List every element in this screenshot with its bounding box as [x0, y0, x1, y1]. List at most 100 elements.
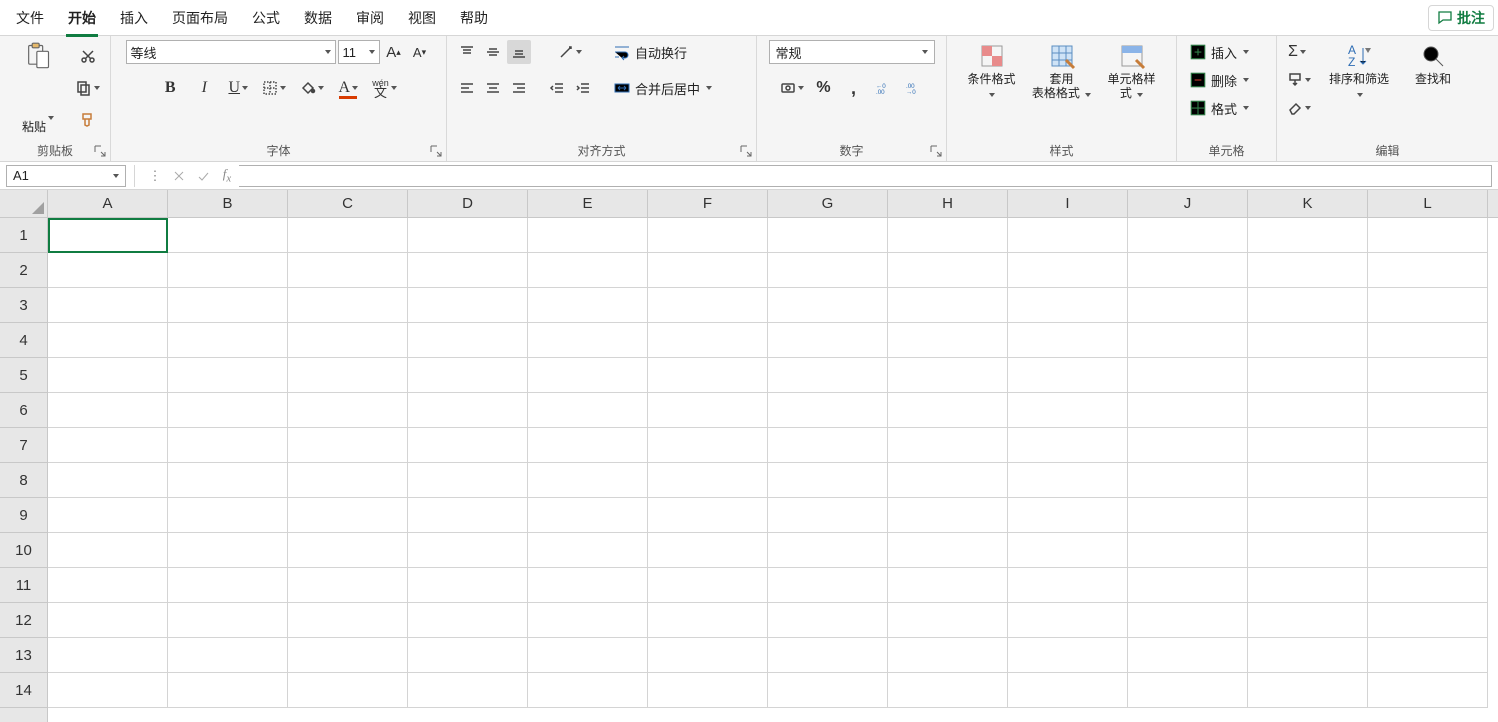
cell[interactable] — [48, 218, 168, 253]
cell[interactable] — [288, 568, 408, 603]
align-right-button[interactable] — [507, 76, 531, 100]
align-left-button[interactable] — [455, 76, 479, 100]
cell[interactable] — [528, 253, 648, 288]
column-header[interactable]: G — [768, 190, 888, 217]
cell[interactable] — [888, 288, 1008, 323]
format-painter-button[interactable] — [76, 108, 100, 132]
cell[interactable] — [1248, 253, 1368, 288]
cell[interactable] — [408, 428, 528, 463]
tab-review[interactable]: 审阅 — [344, 0, 396, 36]
cut-button[interactable] — [76, 44, 100, 68]
cell[interactable] — [768, 603, 888, 638]
cell[interactable] — [48, 603, 168, 638]
cell[interactable] — [1368, 673, 1488, 708]
accounting-format-button[interactable] — [778, 76, 806, 100]
cell[interactable] — [528, 358, 648, 393]
tab-insert[interactable]: 插入 — [108, 0, 160, 36]
cell[interactable] — [1248, 568, 1368, 603]
cell-styles-button[interactable]: 单元格样式 — [1102, 40, 1162, 102]
cell[interactable] — [288, 393, 408, 428]
tab-page-layout[interactable]: 页面布局 — [160, 0, 240, 36]
cell[interactable] — [528, 638, 648, 673]
cell[interactable] — [1248, 498, 1368, 533]
cell[interactable] — [768, 358, 888, 393]
cell[interactable] — [408, 288, 528, 323]
cell[interactable] — [408, 218, 528, 253]
increase-indent-button[interactable] — [571, 76, 595, 100]
column-header[interactable]: K — [1248, 190, 1368, 217]
cell[interactable] — [288, 253, 408, 288]
cell[interactable] — [768, 393, 888, 428]
bold-button[interactable]: B — [158, 76, 182, 100]
select-all-corner[interactable] — [0, 190, 47, 218]
fill-color-button[interactable] — [298, 76, 326, 100]
row-header[interactable]: 4 — [0, 323, 47, 358]
increase-font-button[interactable]: A▴ — [382, 40, 406, 64]
alignment-dialog-launcher[interactable] — [739, 144, 753, 158]
cell[interactable] — [1128, 323, 1248, 358]
increase-decimal-button[interactable]: ←0.00 — [872, 76, 896, 100]
cell[interactable] — [1128, 673, 1248, 708]
cell[interactable] — [528, 288, 648, 323]
cell[interactable] — [288, 673, 408, 708]
cell[interactable] — [288, 428, 408, 463]
number-format-select[interactable]: 常规 — [769, 40, 935, 64]
align-center-button[interactable] — [481, 76, 505, 100]
cell[interactable] — [648, 638, 768, 673]
cell[interactable] — [1368, 358, 1488, 393]
cell[interactable] — [168, 428, 288, 463]
cell[interactable] — [768, 673, 888, 708]
cell[interactable] — [528, 603, 648, 638]
comments-button[interactable]: 批注 — [1428, 5, 1494, 31]
row-header[interactable]: 2 — [0, 253, 47, 288]
cell[interactable] — [168, 498, 288, 533]
decrease-indent-button[interactable] — [545, 76, 569, 100]
cell[interactable] — [1368, 323, 1488, 358]
cell[interactable] — [648, 498, 768, 533]
cell[interactable] — [1368, 463, 1488, 498]
cell[interactable] — [1368, 638, 1488, 673]
cell[interactable] — [1128, 428, 1248, 463]
row-header[interactable]: 14 — [0, 673, 47, 708]
row-header[interactable]: 1 — [0, 218, 47, 253]
cell[interactable] — [288, 603, 408, 638]
cell[interactable] — [1008, 393, 1128, 428]
cell[interactable] — [768, 253, 888, 288]
cell[interactable] — [888, 358, 1008, 393]
cell[interactable] — [288, 463, 408, 498]
cell[interactable] — [48, 393, 168, 428]
cell[interactable] — [168, 673, 288, 708]
cell[interactable] — [528, 673, 648, 708]
cell[interactable] — [1128, 498, 1248, 533]
cell[interactable] — [288, 288, 408, 323]
cancel-formula-button[interactable] — [167, 165, 191, 187]
cell[interactable] — [288, 533, 408, 568]
cell[interactable] — [1368, 393, 1488, 428]
cell[interactable] — [168, 288, 288, 323]
cell[interactable] — [48, 568, 168, 603]
cell[interactable] — [1128, 568, 1248, 603]
cell[interactable] — [888, 673, 1008, 708]
enter-formula-button[interactable] — [191, 165, 215, 187]
cell[interactable] — [648, 218, 768, 253]
column-header[interactable]: J — [1128, 190, 1248, 217]
decrease-font-button[interactable]: A▾ — [408, 40, 432, 64]
cell[interactable] — [1368, 288, 1488, 323]
cell[interactable] — [648, 533, 768, 568]
cell[interactable] — [48, 498, 168, 533]
cell[interactable] — [1128, 218, 1248, 253]
cell[interactable] — [888, 218, 1008, 253]
decrease-decimal-button[interactable]: .00→0 — [902, 76, 926, 100]
cell[interactable] — [168, 638, 288, 673]
cell[interactable] — [888, 533, 1008, 568]
insert-function-button[interactable]: fx — [215, 165, 239, 187]
wrap-text-button[interactable]: 自动换行 — [609, 40, 691, 64]
name-box[interactable]: A1 — [6, 165, 126, 187]
cell[interactable] — [768, 568, 888, 603]
cell[interactable] — [1008, 358, 1128, 393]
tab-formulas[interactable]: 公式 — [240, 0, 292, 36]
cell[interactable] — [1008, 288, 1128, 323]
cell[interactable] — [528, 568, 648, 603]
cell[interactable] — [168, 358, 288, 393]
font-size-select[interactable]: 11 — [338, 40, 380, 64]
